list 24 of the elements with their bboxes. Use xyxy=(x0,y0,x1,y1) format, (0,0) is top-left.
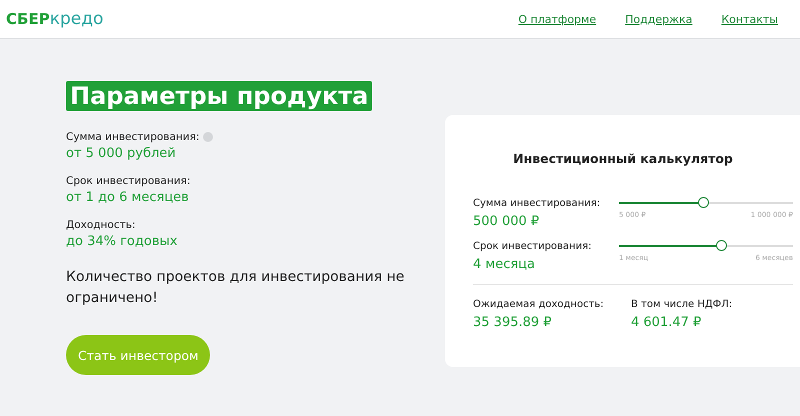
logo-text: кредо xyxy=(50,9,104,29)
result-label: Ожидаемая доходность: xyxy=(473,299,605,310)
slider-thumb[interactable] xyxy=(698,197,710,208)
param-label: Срок инвестирования: xyxy=(66,175,190,187)
logo-text: СБЕР xyxy=(6,10,50,28)
nav-link[interactable]: Поддержка xyxy=(625,12,692,26)
param-value: до 34% годовых xyxy=(66,234,178,249)
param-value: от 1 до 6 месяцев xyxy=(66,190,190,205)
param-value: от 5 000 рублей xyxy=(66,146,177,161)
result-value: 4 601.47 ₽ xyxy=(631,315,702,330)
section-title: Параметры продукта xyxy=(66,81,372,111)
param-label: Доходность: xyxy=(66,219,136,231)
slider-value: 4 месяца xyxy=(473,257,536,272)
slider-thumb[interactable] xyxy=(716,240,727,251)
param-label: Сумма инвестирования: xyxy=(66,131,200,143)
nav-link[interactable]: О платформе xyxy=(518,12,596,26)
nav-link[interactable]: Контакты xyxy=(721,12,778,26)
slider-value: 500 000 ₽ xyxy=(473,214,540,229)
slider-label: Срок инвестирования: xyxy=(473,241,592,252)
result-label: В том числе НДФЛ: xyxy=(631,299,734,310)
note-text: Количество проектов для инвестирования не ограничено! xyxy=(66,268,406,308)
slider-label: Сумма инвестирования: xyxy=(473,198,602,209)
calculator-title: Инвестиционный калькулятор xyxy=(512,151,734,166)
result-value: 35 395.89 ₽ xyxy=(473,315,553,330)
